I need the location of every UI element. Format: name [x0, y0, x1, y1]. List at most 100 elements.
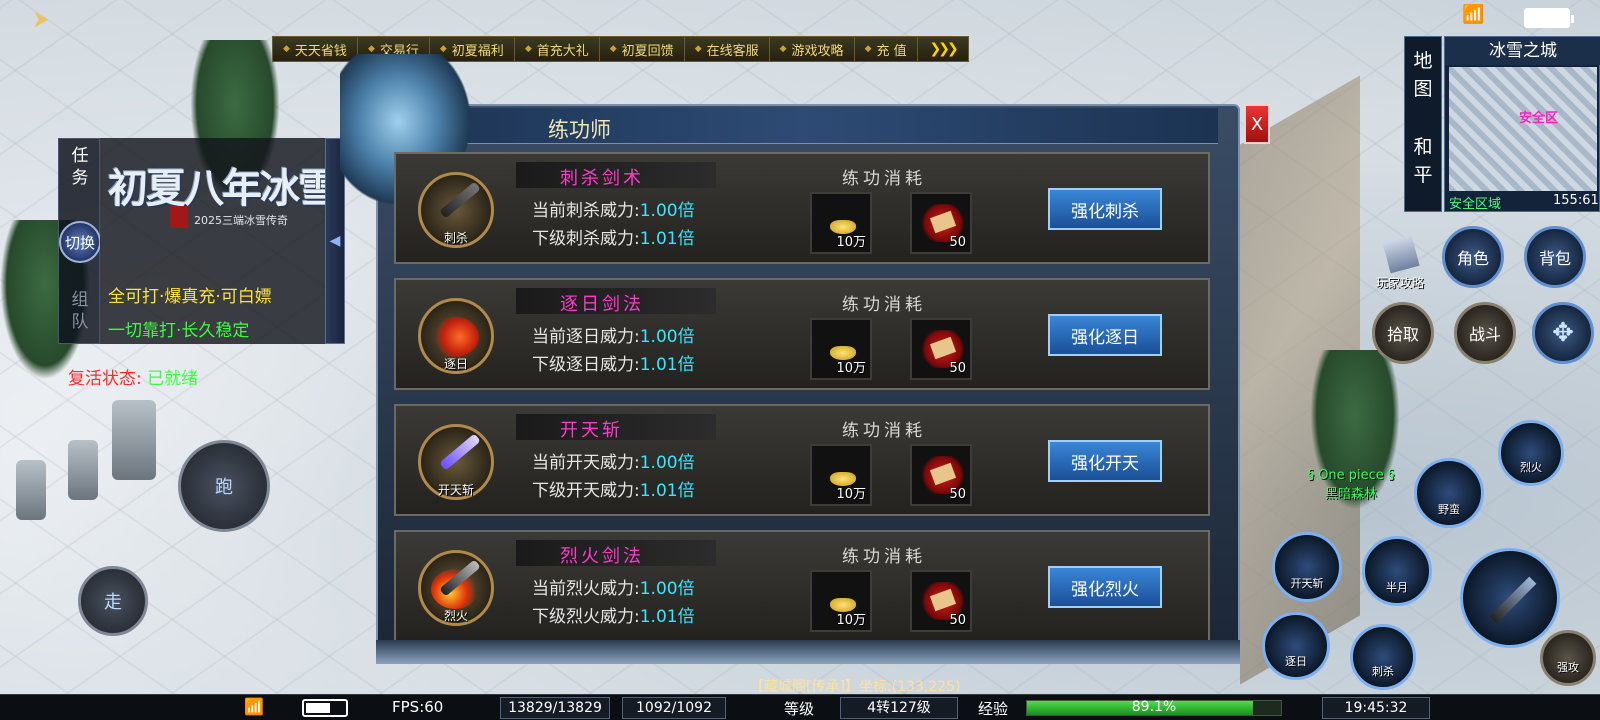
- guide-label: 玩家攻略: [1375, 276, 1424, 290]
- tab-team[interactable]: 组 队: [59, 289, 101, 333]
- logo-seal-icon: [170, 206, 188, 228]
- map-name: 冰雪之城: [1445, 37, 1600, 65]
- exp-percent: 89.1%: [1131, 699, 1177, 715]
- dialog-bottom-ornament: [376, 640, 1240, 664]
- cost-label: 练功消耗: [842, 169, 926, 189]
- gold-ingot-slot[interactable]: 10万: [810, 192, 872, 254]
- skill-name-bar: 逐日剑法: [516, 288, 716, 315]
- current-power: 当前刺杀威力:1.00倍: [532, 201, 695, 221]
- tab-map[interactable]: 地 图: [1405, 47, 1441, 103]
- npc-name: § One piece § 黑暗森林: [1296, 468, 1406, 502]
- character-button[interactable]: 角色: [1442, 226, 1504, 288]
- player-guide-button[interactable]: 玩家攻略: [1372, 234, 1428, 292]
- status-bar: 📶 FPS:60 13829/13829 1092/1092 等级 4转127级…: [0, 694, 1600, 720]
- cost-label: 练功消耗: [842, 421, 926, 441]
- skill-name-bar: 烈火剑法: [516, 540, 716, 567]
- skill-icon-caption: 刺杀: [443, 231, 468, 245]
- current-power: 当前烈火威力:1.00倍: [532, 579, 695, 599]
- main-attack-button[interactable]: [1460, 548, 1560, 648]
- skill-button-half-moon[interactable]: 半月: [1362, 536, 1432, 606]
- tab-peace-mode[interactable]: 和 平: [1405, 133, 1441, 189]
- minimap[interactable]: 冰雪之城 安全区 安全区域 155:61: [1444, 36, 1600, 212]
- next-power: 下级开天威力:1.01倍: [532, 481, 695, 501]
- npc-title: § One piece §: [1307, 468, 1395, 483]
- run-joystick[interactable]: 跑: [178, 440, 270, 532]
- skill-button-barbaric[interactable]: 野蛮: [1414, 458, 1484, 528]
- bag-button[interactable]: 背包: [1524, 226, 1586, 288]
- gold-ingot-slot[interactable]: 10万: [810, 444, 872, 506]
- skill-icon-caption: 逐日: [443, 357, 468, 371]
- chevron-left-icon: ◀: [329, 233, 341, 249]
- promo-line-2: 一切靠打·长久稳定: [108, 321, 250, 341]
- enhance-thrust-button[interactable]: 强化刺杀: [1048, 188, 1162, 230]
- scroll-cost: 50: [949, 487, 966, 502]
- coordinates: 155:61: [1553, 193, 1599, 208]
- more-tabs-button[interactable]: ❯❯❯: [918, 37, 968, 61]
- switch-button[interactable]: 切换: [59, 221, 101, 263]
- skill-row-heaven-split: 开天斩 开天斩 当前开天威力:1.00倍 下级开天威力:1.01倍 练功消耗 1…: [394, 404, 1210, 516]
- stone-pillar: [16, 460, 46, 520]
- gold-ingot-slot[interactable]: 10万: [810, 318, 872, 380]
- tab-summer-feedback[interactable]: 初夏回馈: [600, 37, 685, 61]
- tab-first-recharge[interactable]: 首充大礼: [515, 37, 600, 61]
- sun-chase-skill-icon: 逐日: [418, 298, 494, 374]
- promo-line-1: 全可打·爆真充·可白嫖: [108, 287, 272, 307]
- flame-sword-skill-icon: 烈火: [418, 550, 494, 626]
- back-arrow-icon[interactable]: ⮞: [34, 6, 58, 30]
- skill-name: 逐日剑法: [560, 294, 644, 315]
- clock: 19:45:32: [1322, 697, 1430, 719]
- trainer-dialog: 练功师 X 刺杀 刺杀剑术 当前刺杀威力:1.00倍 下级刺杀威力:1.01倍 …: [340, 54, 1270, 664]
- tab-online-service[interactable]: 在线客服: [685, 37, 770, 61]
- level-label: 等级: [784, 700, 815, 718]
- minimap-view[interactable]: [1449, 67, 1597, 191]
- force-attack-button[interactable]: 强攻: [1540, 630, 1596, 686]
- walk-joystick[interactable]: 走: [78, 566, 148, 636]
- enhance-flame-sword-button[interactable]: 强化烈火: [1048, 566, 1162, 608]
- sword-icon: [1489, 576, 1537, 624]
- pickup-button[interactable]: 拾取: [1372, 302, 1434, 364]
- cost-label: 练功消耗: [842, 547, 926, 567]
- gold-cost: 10万: [836, 487, 866, 502]
- tab-task[interactable]: 任 务: [59, 145, 101, 189]
- enhance-sun-chase-button[interactable]: 强化逐日: [1048, 314, 1162, 356]
- combat-mode-button[interactable]: 战斗: [1454, 302, 1516, 364]
- tab-game-guide[interactable]: 游戏攻略: [770, 37, 855, 61]
- skill-name: 开天斩: [560, 420, 623, 441]
- enhance-heaven-split-button[interactable]: 强化开天: [1048, 440, 1162, 482]
- thrust-skill-icon: 刺杀: [418, 172, 494, 248]
- fps-counter: FPS:60: [392, 698, 444, 716]
- logo-subtitle: 2025三端冰雪传奇: [194, 214, 288, 227]
- scroll-cost: 50: [949, 235, 966, 250]
- revive-value: 已就绪: [147, 369, 199, 389]
- current-power: 当前开天威力:1.00倍: [532, 453, 695, 473]
- dialog-title: 练功师: [548, 118, 611, 142]
- skill-button-heaven-split[interactable]: 开天斩: [1272, 532, 1342, 602]
- skill-scroll-slot[interactable]: 50: [910, 570, 972, 632]
- scroll-cost: 50: [949, 613, 966, 628]
- skill-scroll-slot[interactable]: 50: [910, 444, 972, 506]
- chat-line: 【藏城阁[传承]】坐标:(133,225): [750, 679, 961, 695]
- skill-row-sun-chase: 逐日 逐日剑法 当前逐日威力:1.00倍 下级逐日威力:1.01倍 练功消耗 1…: [394, 278, 1210, 390]
- move-arrows-icon[interactable]: ✥: [1532, 302, 1594, 364]
- skill-button-thrust[interactable]: 刺杀: [1350, 624, 1416, 690]
- cost-label: 练功消耗: [842, 295, 926, 315]
- map-side-tabs: 地 图 和 平: [1404, 36, 1442, 212]
- close-button[interactable]: X: [1244, 104, 1270, 144]
- revive-status: 复活状态: 已就绪: [68, 364, 198, 389]
- tab-recharge[interactable]: 充 值: [855, 37, 918, 61]
- skill-scroll-slot[interactable]: 50: [910, 318, 972, 380]
- zone-label: 安全区域: [1449, 197, 1502, 212]
- dialog-title-bar: 练功师: [388, 108, 1218, 144]
- hp-value: 13829/13829: [500, 697, 610, 719]
- skill-name: 烈火剑法: [560, 546, 644, 567]
- wifi-icon: 📶: [244, 697, 264, 716]
- book-icon: [1382, 234, 1420, 274]
- skill-scroll-slot[interactable]: 50: [910, 192, 972, 254]
- npc-location: 黑暗森林: [1324, 487, 1377, 502]
- skill-button-sun-chase[interactable]: 逐日: [1262, 612, 1330, 680]
- gold-ingot-slot[interactable]: 10万: [810, 570, 872, 632]
- game-logo: 初夏八年冰雪 2025三端冰雪传奇: [108, 156, 338, 246]
- skill-button-flame[interactable]: 烈火: [1498, 420, 1564, 486]
- safe-area-label: 安全区: [1519, 111, 1559, 126]
- quest-panel: 初夏八年冰雪 2025三端冰雪传奇 全可打·爆真充·可白嫖 一切靠打·长久稳定: [100, 138, 338, 344]
